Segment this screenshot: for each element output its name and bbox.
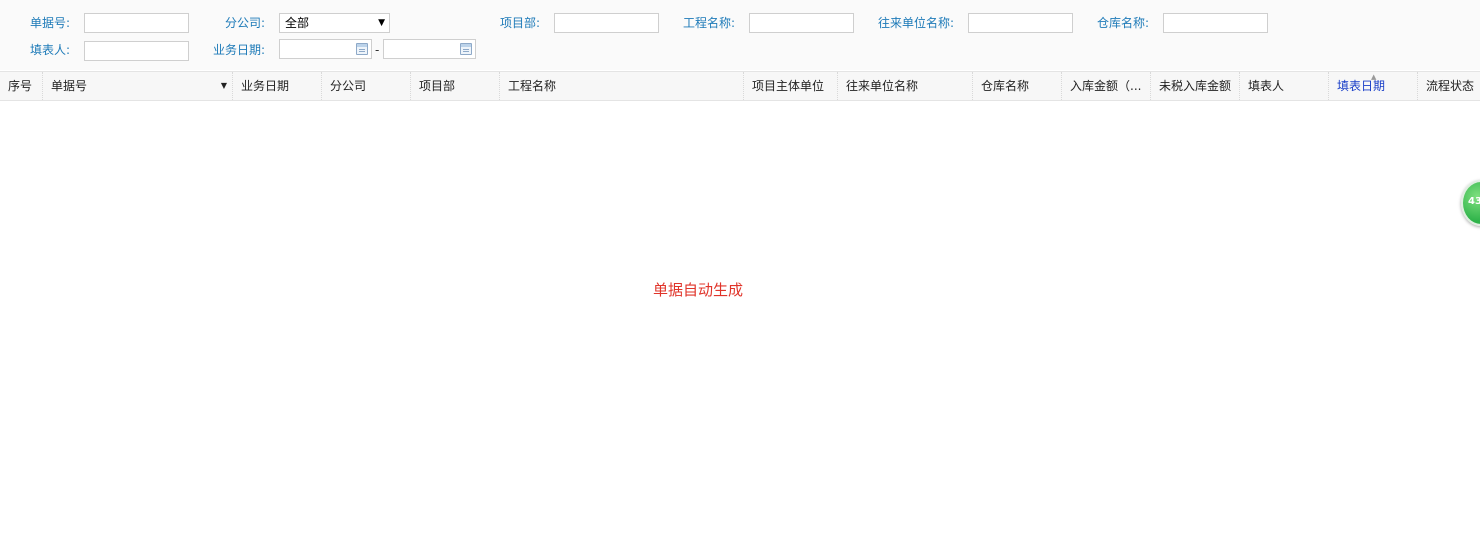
- doc-no-input[interactable]: [84, 13, 189, 33]
- column-header-label: 项目部: [419, 79, 456, 93]
- column-header-label: 填表日期: [1337, 79, 1386, 93]
- biz-date-end-input[interactable]: [383, 39, 476, 59]
- filler-label: 填表人:: [30, 43, 71, 57]
- biz-date-label: 业务日期:: [213, 43, 266, 57]
- grid-body: 单据自动生成: [0, 101, 1480, 539]
- column-menu-icon[interactable]: ▼: [215, 72, 233, 100]
- column-header-owner-unit[interactable]: 项目主体单位: [744, 72, 838, 100]
- filler-input[interactable]: [84, 41, 189, 61]
- filter-panel: 单据号: 分公司: 全部 ▼ 项目部: 工程名称: 往来单位名称: 仓库名称: …: [0, 0, 1480, 70]
- column-header-biz-date[interactable]: 业务日期: [233, 72, 322, 100]
- column-header-label: 业务日期: [241, 79, 290, 93]
- column-header-branch[interactable]: 分公司: [322, 72, 411, 100]
- date-range-separator: -: [375, 43, 380, 57]
- badge-count: 43: [1468, 196, 1480, 207]
- column-header-in-amount-notax[interactable]: 未税入库金额: [1151, 72, 1240, 100]
- sort-indicator-icon: ▲: [1371, 73, 1377, 81]
- column-header-flow-status[interactable]: 流程状态: [1418, 72, 1480, 100]
- partner-input[interactable]: [968, 13, 1073, 33]
- grid-header: 序号 单据号 ▼ 业务日期 分公司 项目部 工程名称 项目主体单位 往来单位名称…: [0, 71, 1480, 101]
- calendar-icon[interactable]: [460, 43, 472, 55]
- branch-label: 分公司:: [225, 16, 266, 30]
- project-dept-label: 项目部:: [500, 16, 541, 30]
- project-name-input[interactable]: [749, 13, 854, 33]
- column-header-label: 未税入库金额: [1159, 79, 1232, 93]
- column-header-label: 单据号: [51, 79, 88, 93]
- column-header-label: 填表人: [1248, 79, 1285, 93]
- biz-date-start-input[interactable]: [279, 39, 372, 59]
- warehouse-input[interactable]: [1163, 13, 1268, 33]
- column-header-partner[interactable]: 往来单位名称: [838, 72, 973, 100]
- warehouse-label: 仓库名称:: [1097, 16, 1150, 30]
- empty-message: 单据自动生成: [653, 281, 744, 299]
- partner-label: 往来单位名称:: [878, 16, 955, 30]
- column-header-label: 往来单位名称: [846, 79, 919, 93]
- column-header-label: 流程状态: [1426, 79, 1475, 93]
- branch-select[interactable]: 全部 ▼: [279, 13, 390, 33]
- column-header-project-dept[interactable]: 项目部: [411, 72, 500, 100]
- column-header-label: 仓库名称: [981, 79, 1030, 93]
- project-dept-input[interactable]: [554, 13, 659, 33]
- column-header-doc-no[interactable]: 单据号: [43, 72, 233, 100]
- branch-select-value: 全部: [285, 16, 310, 30]
- chevron-down-icon: ▼: [378, 18, 385, 28]
- column-header-label: 分公司: [330, 79, 367, 93]
- column-header-warehouse[interactable]: 仓库名称: [973, 72, 1062, 100]
- column-header-label: 项目主体单位: [752, 79, 825, 93]
- column-header-label: 工程名称: [508, 79, 557, 93]
- column-header-filler[interactable]: 填表人: [1240, 72, 1329, 100]
- project-name-label: 工程名称:: [683, 16, 736, 30]
- calendar-icon[interactable]: [356, 43, 368, 55]
- doc-no-label: 单据号:: [30, 16, 71, 30]
- column-header-project-name[interactable]: 工程名称: [500, 72, 744, 100]
- column-header-seq[interactable]: 序号: [0, 72, 43, 100]
- column-header-label: 入库金额（...: [1070, 79, 1142, 93]
- column-header-in-amount[interactable]: 入库金额（...: [1062, 72, 1151, 100]
- column-header-label: 序号: [8, 79, 33, 93]
- column-header-fill-date[interactable]: ▲ 填表日期: [1329, 72, 1418, 100]
